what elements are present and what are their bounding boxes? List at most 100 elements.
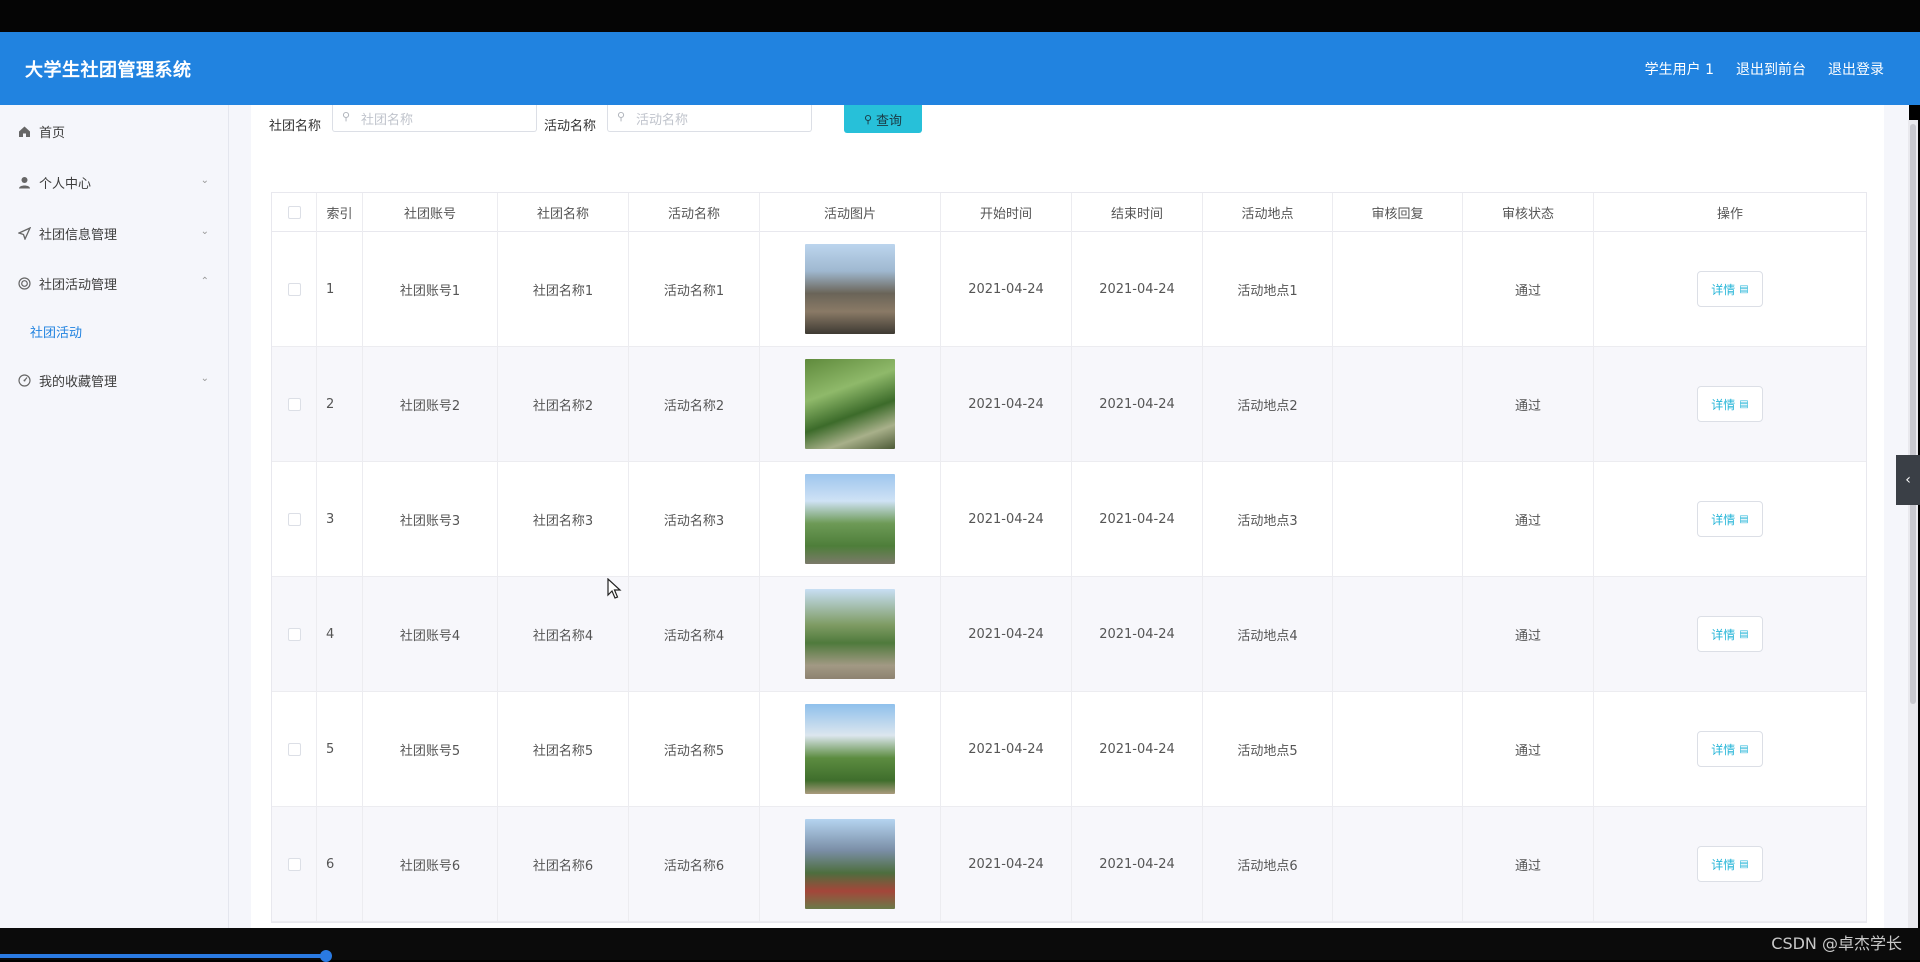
action-cell: 详情 ▤ xyxy=(1594,692,1866,806)
col-image[interactable]: 活动图片 xyxy=(760,193,941,232)
detail-button-label: 详情 xyxy=(1711,397,1736,412)
sidebar-item-label: 社团活动管理 xyxy=(39,277,118,293)
chevron-up-icon: ⌃ xyxy=(200,276,209,287)
detail-button[interactable]: 详情 ▤ xyxy=(1697,846,1763,882)
col-index[interactable]: 索引 xyxy=(317,193,363,232)
chevron-down-icon: ⌄ xyxy=(200,373,209,384)
club-name-input[interactable]: ⚲ 社团名称 xyxy=(332,105,537,132)
reply-cell xyxy=(1333,692,1463,806)
activity-image[interactable] xyxy=(805,359,895,449)
col-club[interactable]: 社团名称 xyxy=(498,193,629,232)
app-header: 大学生社团管理系统 学生用户 1 退出到前台 退出登录 xyxy=(0,32,1920,105)
select-cell xyxy=(272,577,317,691)
row-checkbox[interactable] xyxy=(287,627,301,641)
sidebar-subitem-club-activity[interactable]: 社团活动 xyxy=(30,322,82,341)
place-cell: 活动地点2 xyxy=(1203,347,1333,461)
watermark: CSDN @卓杰学长 xyxy=(1771,934,1902,953)
status-cell: 通过 xyxy=(1463,347,1594,461)
activity-name-cell: 活动名称5 xyxy=(629,692,760,806)
table-row: 6 社团账号6 社团名称6 活动名称6 2021-04-24 2021-04-24 活动地点… xyxy=(272,807,1866,922)
document-icon: ▤ xyxy=(1739,743,1749,755)
activity-image[interactable] xyxy=(805,704,895,794)
reply-cell xyxy=(1333,577,1463,691)
chevron-down-icon: ⌄ xyxy=(200,175,209,186)
col-activity[interactable]: 活动名称 xyxy=(629,193,760,232)
select-all-checkbox[interactable] xyxy=(287,206,301,219)
status-cell: 通过 xyxy=(1463,807,1594,921)
start-time-cell: 2021-04-24 xyxy=(941,232,1072,346)
col-end[interactable]: 结束时间 xyxy=(1072,193,1203,232)
video-progress-handle[interactable] xyxy=(320,950,332,962)
search-button[interactable]: ⚲ 查询 xyxy=(844,105,922,133)
detail-button[interactable]: 详情 ▤ xyxy=(1697,271,1763,307)
account-cell: 社团账号6 xyxy=(363,807,498,921)
row-checkbox[interactable] xyxy=(287,282,301,296)
activity-name-input[interactable]: ⚲ 活动名称 xyxy=(607,105,812,132)
activity-image[interactable] xyxy=(805,474,895,564)
activity-image[interactable] xyxy=(805,589,895,679)
col-place[interactable]: 活动地点 xyxy=(1203,193,1333,232)
status-cell: 通过 xyxy=(1463,232,1594,346)
search-icon: ⚲ xyxy=(342,110,351,123)
start-time-cell: 2021-04-24 xyxy=(941,577,1072,691)
sidebar-item-label: 个人中心 xyxy=(39,176,92,192)
account-cell: 社团账号2 xyxy=(363,347,498,461)
sidebar-item-personal[interactable]: 个人中心 ⌄ xyxy=(0,162,229,202)
table-row: 5 社团账号5 社团名称5 活动名称5 2021-04-24 2021-04-24 活动地点… xyxy=(272,692,1866,807)
detail-button[interactable]: 详情 ▤ xyxy=(1697,501,1763,537)
user-name-link[interactable]: 学生用户 1 xyxy=(1645,59,1714,79)
status-cell: 通过 xyxy=(1463,692,1594,806)
search-icon: ⚲ xyxy=(863,112,873,126)
action-cell: 详情 ▤ xyxy=(1594,347,1866,461)
select-cell xyxy=(272,232,317,346)
col-status[interactable]: 审核状态 xyxy=(1463,193,1594,232)
top-black-bar xyxy=(0,0,1920,32)
detail-button[interactable]: 详情 ▤ xyxy=(1697,616,1763,652)
logout-link[interactable]: 退出登录 xyxy=(1828,59,1884,79)
row-checkbox[interactable] xyxy=(287,397,301,411)
col-start[interactable]: 开始时间 xyxy=(941,193,1072,232)
scrollbar-thumb[interactable] xyxy=(1910,124,1916,704)
end-time-cell: 2021-04-24 xyxy=(1072,347,1203,461)
club-name-placeholder: 社团名称 xyxy=(361,112,414,128)
activity-name-cell: 活动名称6 xyxy=(629,807,760,921)
status-cell: 通过 xyxy=(1463,577,1594,691)
row-checkbox[interactable] xyxy=(287,742,301,756)
col-account[interactable]: 社团账号 xyxy=(363,193,498,232)
place-cell: 活动地点1 xyxy=(1203,232,1333,346)
action-cell: 详情 ▤ xyxy=(1594,807,1866,921)
detail-button[interactable]: 详情 ▤ xyxy=(1697,386,1763,422)
sidebar-item-club-activity[interactable]: 社团活动管理 ⌃ xyxy=(0,263,229,303)
club-name-label: 社团名称 xyxy=(269,119,322,134)
row-checkbox[interactable] xyxy=(287,857,301,871)
activity-name-label: 活动名称 xyxy=(544,119,597,134)
action-cell: 详情 ▤ xyxy=(1594,577,1866,691)
row-checkbox[interactable] xyxy=(287,512,301,526)
table-body: 1 社团账号1 社团名称1 活动名称1 2021-04-24 2021-04-24 活动地点… xyxy=(272,232,1866,922)
detail-button-label: 详情 xyxy=(1711,857,1736,872)
video-progress[interactable] xyxy=(0,954,325,958)
club-name-cell: 社团名称1 xyxy=(498,232,629,346)
document-icon: ▤ xyxy=(1739,858,1749,870)
activity-image[interactable] xyxy=(805,819,895,909)
place-cell: 活动地点6 xyxy=(1203,807,1333,921)
collapse-panel-button[interactable]: ‹ xyxy=(1896,455,1920,505)
sidebar-item-home[interactable]: 首页 xyxy=(0,111,229,151)
reply-cell xyxy=(1333,347,1463,461)
sidebar-item-favorites[interactable]: 我的收藏管理 ⌄ xyxy=(0,360,229,400)
start-time-cell: 2021-04-24 xyxy=(941,807,1072,921)
sidebar-item-club-info[interactable]: 社团信息管理 ⌄ xyxy=(0,213,229,253)
account-cell: 社团账号3 xyxy=(363,462,498,576)
document-icon: ▤ xyxy=(1739,398,1749,410)
image-cell xyxy=(760,692,941,806)
col-reply[interactable]: 审核回复 xyxy=(1333,193,1463,232)
detail-button[interactable]: 详情 ▤ xyxy=(1697,731,1763,767)
dashboard-icon xyxy=(17,373,31,387)
activity-name-cell: 活动名称4 xyxy=(629,577,760,691)
club-name-cell: 社团名称2 xyxy=(498,347,629,461)
end-time-cell: 2021-04-24 xyxy=(1072,232,1203,346)
reply-cell xyxy=(1333,462,1463,576)
back-to-front-link[interactable]: 退出到前台 xyxy=(1736,59,1806,79)
activity-image[interactable] xyxy=(805,244,895,334)
start-time-cell: 2021-04-24 xyxy=(941,347,1072,461)
